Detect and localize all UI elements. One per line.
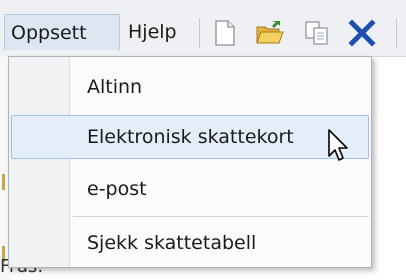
menu-hjelp[interactable]: Hjelp	[122, 14, 194, 50]
background-marker	[2, 174, 5, 190]
menu-item-sjekk-skattetabell[interactable]: Sjekk skattetabell	[11, 221, 369, 265]
toolbar-separator	[396, 18, 397, 48]
copy-icon[interactable]	[300, 18, 332, 48]
menu-item-elektronisk-skattekort[interactable]: Elektronisk skattekort	[11, 115, 369, 159]
delete-icon[interactable]	[346, 18, 378, 48]
menu-oppsett[interactable]: Oppsett	[4, 14, 120, 50]
menu-item-altinn[interactable]: Altinn	[11, 65, 369, 109]
new-document-icon[interactable]	[208, 18, 240, 48]
menu-item-e-post[interactable]: e-post	[11, 167, 369, 211]
mouse-cursor-icon	[326, 128, 354, 164]
open-folder-icon[interactable]	[254, 18, 286, 48]
toolbar-separator	[199, 18, 200, 48]
oppsett-dropdown-menu: Altinn Elektronisk skattekort e-post Sje…	[8, 56, 372, 268]
menubar: Oppsett Hjelp	[0, 0, 406, 57]
menu-separator	[73, 216, 369, 217]
